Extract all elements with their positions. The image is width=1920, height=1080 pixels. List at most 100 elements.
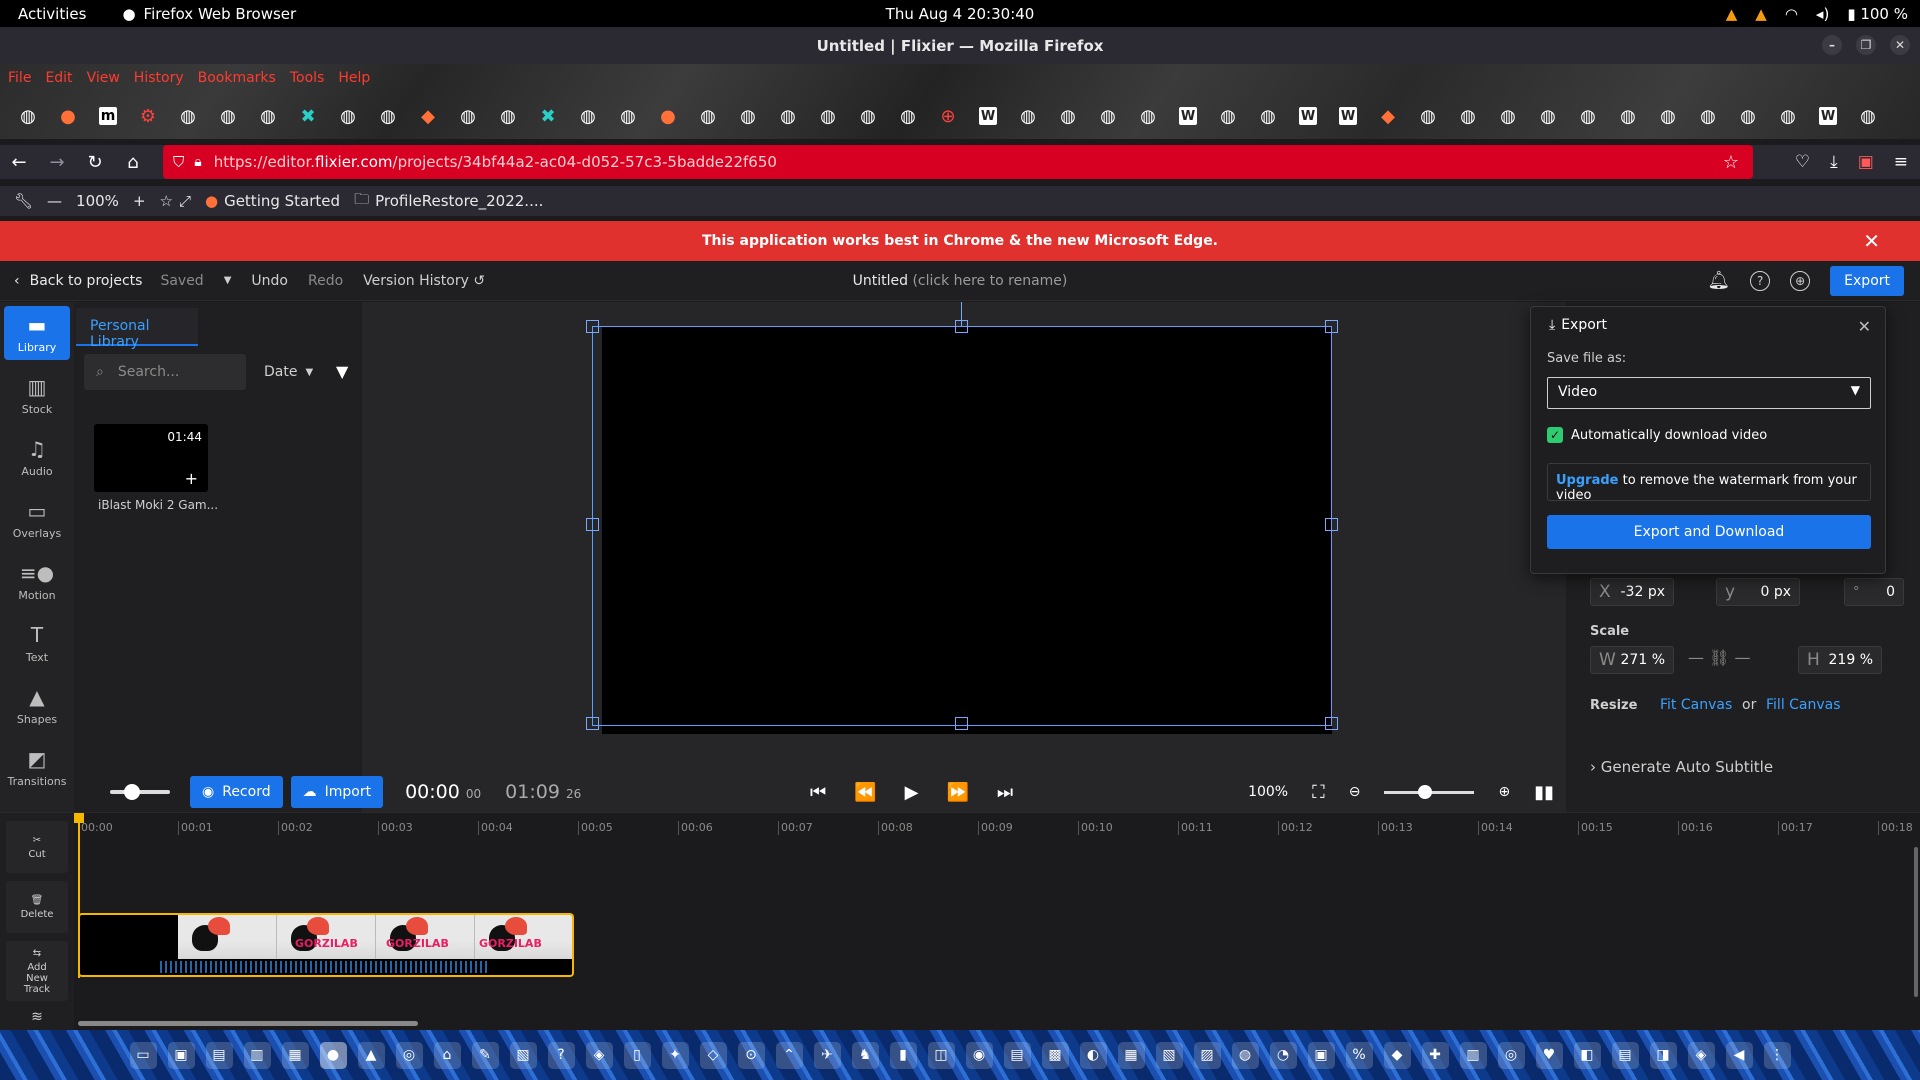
dock-app-icon[interactable]: ◉ <box>965 1041 993 1069</box>
zoom-in-icon[interactable]: ⊕ <box>1498 784 1510 800</box>
dock-app-icon[interactable]: ✈ <box>813 1041 841 1069</box>
github-tab-icon[interactable]: ◍ <box>1048 106 1088 127</box>
volume-icon[interactable]: ◂) <box>1816 5 1829 23</box>
zoom-level[interactable]: 100% <box>76 192 119 210</box>
cross-tab-icon[interactable]: ✖ <box>528 106 568 127</box>
menu-help[interactable]: Help <box>338 70 370 86</box>
zoom-out-icon[interactable]: ⊖ <box>1349 784 1361 800</box>
cut-button[interactable]: ✂ Cut <box>6 821 68 873</box>
github-tab-icon[interactable]: ◍ <box>1728 106 1768 127</box>
import-button[interactable]: ☁ Import <box>290 776 384 808</box>
dock-app-icon[interactable]: ▮ <box>889 1041 917 1069</box>
firefox-tab-icon[interactable]: ● <box>648 106 688 127</box>
dock-app-icon[interactable]: % <box>1345 1041 1373 1069</box>
vertical-scrollbar[interactable] <box>1914 847 1918 997</box>
github-tab-icon[interactable]: ◍ <box>208 106 248 127</box>
lock-icon[interactable]: 🔒︎ <box>194 154 201 170</box>
skip-to-end-icon[interactable]: ⏭ <box>997 782 1013 803</box>
close-window-icon[interactable]: ✕ <box>1890 35 1910 55</box>
menu-history[interactable]: History <box>134 70 184 86</box>
tracking-shield-icon[interactable]: ⛉ <box>173 153 184 171</box>
github-tab-icon[interactable]: ◍ <box>1568 106 1608 127</box>
github-tab-icon[interactable]: ◍ <box>1608 106 1648 127</box>
menu-view[interactable]: View <box>87 70 120 86</box>
wifi-icon[interactable]: ◠ <box>1785 5 1798 23</box>
dock-app-icon[interactable]: ◆ <box>1383 1041 1411 1069</box>
github-tab-icon[interactable]: ◍ <box>1768 106 1808 127</box>
menu-bookmarks[interactable]: Bookmarks <box>198 70 276 86</box>
github-tab-icon[interactable]: ◍ <box>608 106 648 127</box>
zoom-in-button[interactable]: + <box>133 192 146 210</box>
timeline-zoom-slider[interactable] <box>1384 784 1475 799</box>
format-select[interactable]: Video ▼ <box>1547 377 1871 409</box>
dock-app-icon[interactable]: ▣ <box>1307 1041 1335 1069</box>
extension-icon[interactable]: ▣ <box>1858 152 1874 172</box>
dock-app-icon[interactable]: ♞ <box>851 1041 879 1069</box>
close-icon[interactable]: ✕ <box>1858 317 1871 336</box>
save-dropdown-icon[interactable]: ▼ <box>224 275 232 286</box>
github-tab-icon[interactable]: ◍ <box>768 106 808 127</box>
cross-tab-icon[interactable]: ✖ <box>288 106 328 127</box>
github-tab-icon[interactable]: ◍ <box>368 106 408 127</box>
dock-app-icon[interactable]: ♥ <box>1535 1041 1563 1069</box>
dock-app-icon[interactable]: ◐ <box>1079 1041 1107 1069</box>
close-icon[interactable]: ✕ <box>1863 229 1880 253</box>
resize-handle-mr[interactable] <box>1325 518 1338 531</box>
dock-app-icon[interactable]: ◫ <box>927 1041 955 1069</box>
github-tab-icon[interactable]: ◍ <box>1128 106 1168 127</box>
github-tab-icon[interactable]: ◍ <box>1408 106 1448 127</box>
github-tab-icon[interactable]: ◍ <box>1088 106 1128 127</box>
m-tab-icon[interactable]: m <box>99 107 117 125</box>
resize-handle-bm[interactable] <box>955 717 968 730</box>
hamburger-menu-icon[interactable]: ≡ <box>1894 152 1908 172</box>
W-tab-icon[interactable]: W <box>1819 107 1837 125</box>
link-aspect-icon[interactable]: — ⛓ — <box>1688 648 1750 667</box>
sidebar-item-text[interactable]: T Text <box>4 616 70 670</box>
sidebar-item-overlays[interactable]: ▭ Overlays <box>4 492 70 546</box>
resize-handle-br[interactable] <box>1325 717 1338 730</box>
layers-icon[interactable]: ≋ <box>0 1009 74 1025</box>
github-tab-icon[interactable]: ◍ <box>1648 106 1688 127</box>
sidebar-item-audio[interactable]: ♫ Audio <box>4 430 70 484</box>
github-tab-icon[interactable]: ◍ <box>1208 106 1248 127</box>
library-search[interactable]: ⌕ Search... <box>84 354 246 390</box>
dock-app-icon[interactable]: ✎ <box>471 1041 499 1069</box>
reload-icon[interactable]: ↻ <box>76 152 114 173</box>
github-tab-icon[interactable]: ◍ <box>848 106 888 127</box>
menu-file[interactable]: File <box>8 70 31 86</box>
tab-personal-library[interactable]: Personal Library <box>76 308 198 350</box>
home-icon[interactable]: ⌂ <box>114 152 152 173</box>
auto-download-checkbox[interactable]: ✓ Automatically download video <box>1547 427 1767 443</box>
dock-app-icon[interactable]: ▤ <box>1003 1041 1031 1069</box>
url-text[interactable]: https://editor.flixier.com/projects/34bf… <box>214 153 777 171</box>
dock-app-icon[interactable]: ▦ <box>281 1041 309 1069</box>
export-button[interactable]: Export <box>1830 265 1904 296</box>
github-tab-icon[interactable]: ◍ <box>888 106 928 127</box>
dock-app-icon[interactable]: ? <box>547 1041 575 1069</box>
fullscreen-icon[interactable]: ⤢ <box>179 192 191 210</box>
dock-app-icon[interactable]: ▣ <box>167 1041 195 1069</box>
wrench-icon[interactable]: 🔧︎ <box>14 192 33 210</box>
W-tab-icon[interactable]: W <box>1179 107 1197 125</box>
panel-toggle-icon[interactable]: ▮▮ <box>1534 782 1554 803</box>
menu-tools[interactable]: Tools <box>290 70 325 86</box>
dock-app-icon[interactable]: ✦ <box>661 1041 689 1069</box>
upgrade-link[interactable]: Upgrade <box>1556 473 1618 488</box>
brave-tab-icon[interactable]: ◆ <box>408 106 448 127</box>
notifications-bell-icon[interactable]: 🔔︎ <box>1707 270 1730 291</box>
record-button[interactable]: ◉ Record <box>190 776 283 808</box>
url-bar[interactable]: ⛉ 🔒︎ https://editor.flixier.com/projects… <box>163 145 1753 179</box>
project-title[interactable]: Untitled (click here to rename) <box>853 273 1068 289</box>
dock-app-icon[interactable]: ▥ <box>243 1041 271 1069</box>
dock-app-icon[interactable]: ◧ <box>1573 1041 1601 1069</box>
filter-icon[interactable]: ▼ <box>336 362 348 381</box>
activities-button[interactable]: Activities <box>18 5 86 23</box>
dock-app-icon[interactable]: ◨ <box>1649 1041 1677 1069</box>
undo-button[interactable]: Undo <box>251 273 288 289</box>
gear-tab-icon[interactable]: ⚙ <box>128 106 168 127</box>
dock-app-icon[interactable]: ⌂ <box>433 1041 461 1069</box>
resize-handle-tl[interactable] <box>586 320 599 333</box>
sidebar-item-motion[interactable]: ≡● Motion <box>4 554 70 608</box>
generate-subtitle-toggle[interactable]: › Generate Auto Subtitle <box>1590 758 1773 776</box>
W-tab-icon[interactable]: W <box>979 107 997 125</box>
